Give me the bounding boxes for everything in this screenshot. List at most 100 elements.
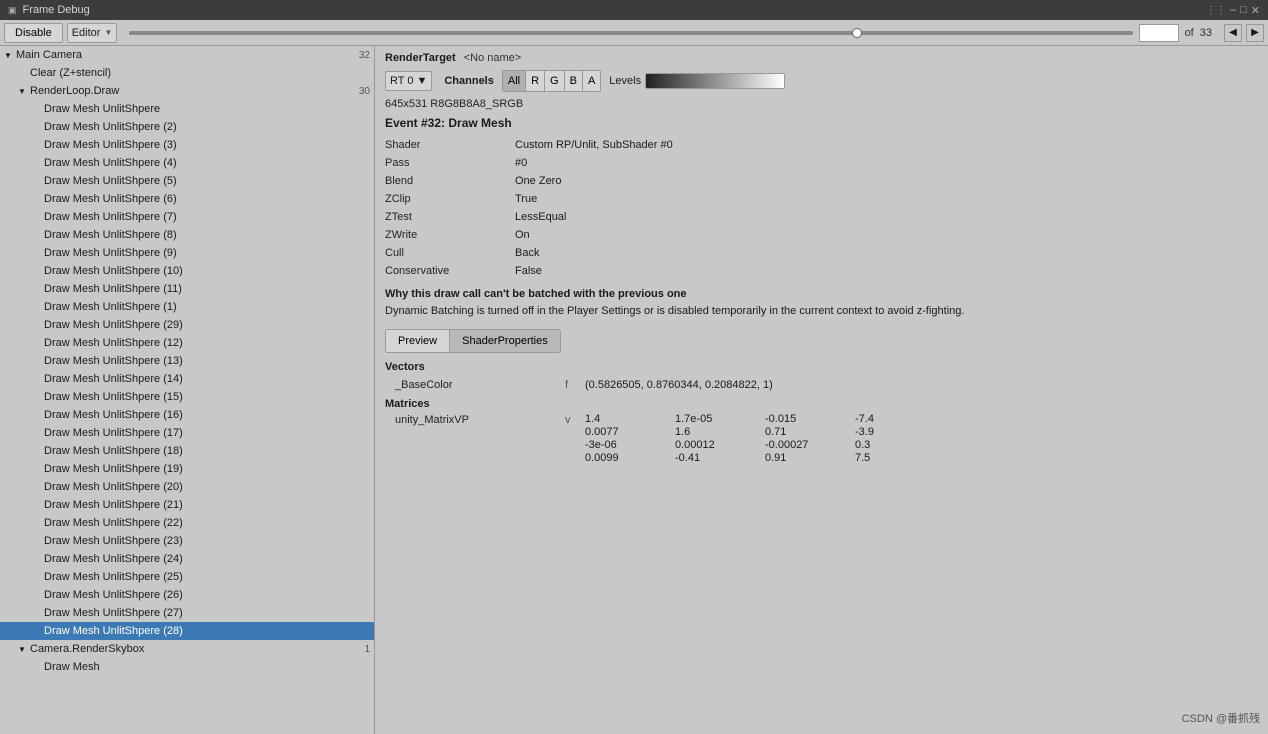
next-frame-button[interactable]: ▶ — [1246, 24, 1264, 42]
tree-label-mesh4: Draw Mesh UnlitShpere (4) — [44, 157, 370, 169]
tree-label-mesh22: Draw Mesh UnlitShpere (22) — [44, 517, 370, 529]
resolution-row: 645x531 R8G8B8A8_SRGB — [385, 98, 1258, 110]
editor-select[interactable]: Editor ▼ — [67, 23, 118, 43]
prop-value: On — [515, 229, 530, 241]
prop-key: Shader — [385, 139, 515, 151]
frame-slider-track[interactable] — [129, 31, 1132, 35]
prop-value: Custom RP/Unlit, SubShader #0 — [515, 139, 673, 151]
tree-count-camera-skybox: 1 — [364, 644, 370, 655]
tree-item-mesh11[interactable]: Draw Mesh UnlitShpere (11) — [0, 280, 374, 298]
channel-r-button[interactable]: R — [526, 71, 545, 91]
tree-item-mesh5[interactable]: Draw Mesh UnlitShpere (5) — [0, 172, 374, 190]
tree-item-mesh22[interactable]: Draw Mesh UnlitShpere (22) — [0, 514, 374, 532]
frame-slider-area: 32 of 33 — [121, 24, 1220, 42]
title-bar-maximize[interactable]: □ — [1240, 4, 1247, 16]
matrix-cell: 7.5 — [855, 452, 925, 464]
prop-row: Pass#0 — [385, 154, 1258, 172]
channel-all-button[interactable]: All — [503, 71, 526, 91]
tree-item-mesh9[interactable]: Draw Mesh UnlitShpere (9) — [0, 244, 374, 262]
tab-bar: Preview ShaderProperties — [385, 329, 1258, 353]
properties-table: ShaderCustom RP/Unlit, SubShader #0 Pass#… — [385, 136, 1258, 280]
frame-number-input[interactable]: 32 — [1139, 24, 1179, 42]
tree-item-mesh21[interactable]: Draw Mesh UnlitShpere (21) — [0, 496, 374, 514]
tree-item-mesh1[interactable]: Draw Mesh UnlitShpere — [0, 100, 374, 118]
tree-item-renderloop[interactable]: ▼RenderLoop.Draw30 — [0, 82, 374, 100]
tree-item-main-camera[interactable]: ▼Main Camera32 — [0, 46, 374, 64]
tree-item-mesh20[interactable]: Draw Mesh UnlitShpere (20) — [0, 478, 374, 496]
tree-item-mesh15[interactable]: Draw Mesh UnlitShpere (15) — [0, 388, 374, 406]
tree-item-mesh7[interactable]: Draw Mesh UnlitShpere (7) — [0, 208, 374, 226]
matrices-table: unity_MatrixVPv1.41.7e-05-0.015-7.40.007… — [385, 413, 1258, 464]
matrix-cell: -0.00027 — [765, 439, 835, 451]
tree-item-mesh6[interactable]: Draw Mesh UnlitShpere (6) — [0, 190, 374, 208]
tree-item-mesh18[interactable]: Draw Mesh UnlitShpere (18) — [0, 442, 374, 460]
vectors-section-title: Vectors — [385, 361, 1258, 373]
tree-label-mesh23: Draw Mesh UnlitShpere (23) — [44, 535, 370, 547]
tab-shader-properties[interactable]: ShaderProperties — [450, 329, 561, 353]
tree-item-mesh10[interactable]: Draw Mesh UnlitShpere (10) — [0, 262, 374, 280]
toolbar: Disable Editor ▼ 32 of 33 ◀ ▶ — [0, 20, 1268, 46]
prop-value: #0 — [515, 157, 527, 169]
tree-item-mesh12[interactable]: Draw Mesh UnlitShpere (12) — [0, 334, 374, 352]
tree-item-clear[interactable]: Clear (Z+stencil) — [0, 64, 374, 82]
tree-item-mesh13[interactable]: Draw Mesh UnlitShpere (13) — [0, 352, 374, 370]
rt-select[interactable]: RT 0 ▼ — [385, 71, 432, 91]
tree-item-mesh23[interactable]: Draw Mesh UnlitShpere (23) — [0, 532, 374, 550]
matrix-name: unity_MatrixVP — [385, 413, 565, 426]
prev-frame-button[interactable]: ◀ — [1224, 24, 1242, 42]
tree-item-mesh26[interactable]: Draw Mesh UnlitShpere (26) — [0, 586, 374, 604]
watermark: CSDN @番抓残 — [1182, 710, 1260, 726]
tree-item-mesh17[interactable]: Draw Mesh UnlitShpere (17) — [0, 424, 374, 442]
tree-item-mesh29[interactable]: Draw Mesh UnlitShpere (29) — [0, 316, 374, 334]
title-bar-title: Frame Debug — [23, 4, 90, 16]
tree-label-mesh6: Draw Mesh UnlitShpere (6) — [44, 193, 370, 205]
title-bar: ▣ Frame Debug ⋮⋮ – □ ✕ — [0, 0, 1268, 20]
rt-select-label: RT 0 — [390, 75, 413, 87]
tree-item-draw-mesh-sky[interactable]: Draw Mesh — [0, 658, 374, 676]
title-bar-icon: ▣ — [8, 5, 17, 16]
matrix-cell: 0.3 — [855, 439, 925, 451]
matrix-cell: 0.0077 — [585, 426, 655, 438]
tree-label-mesh24: Draw Mesh UnlitShpere (24) — [44, 553, 370, 565]
tree-label-mesh5: Draw Mesh UnlitShpere (5) — [44, 175, 370, 187]
tree-count-main-camera: 32 — [359, 50, 370, 61]
matrix-cell: 1.7e-05 — [675, 413, 745, 425]
tree-item-mesh4[interactable]: Draw Mesh UnlitShpere (4) — [0, 154, 374, 172]
matrix-cell: 1.4 — [585, 413, 655, 425]
matrix-cell: -0.41 — [675, 452, 745, 464]
tree-label-mesh16: Draw Mesh UnlitShpere (16) — [44, 409, 370, 421]
tree-item-camera-skybox[interactable]: ▼Camera.RenderSkybox1 — [0, 640, 374, 658]
title-bar-close[interactable]: ✕ — [1251, 4, 1260, 17]
tree-item-mesh19[interactable]: Draw Mesh UnlitShpere (19) — [0, 460, 374, 478]
matrix-cell: -3e-06 — [585, 439, 655, 451]
tree-label-mesh10: Draw Mesh UnlitShpere (10) — [44, 265, 370, 277]
right-panel: RenderTarget <No name> RT 0 ▼ Channels A… — [375, 46, 1268, 734]
vectors-table: _BaseColorf(0.5826505, 0.8760344, 0.2084… — [385, 376, 1258, 394]
tree-item-mesh25[interactable]: Draw Mesh UnlitShpere (25) — [0, 568, 374, 586]
tree-item-mesh16[interactable]: Draw Mesh UnlitShpere (16) — [0, 406, 374, 424]
tree-label-mesh21: Draw Mesh UnlitShpere (21) — [44, 499, 370, 511]
tree-item-mesh1b[interactable]: Draw Mesh UnlitShpere (1) — [0, 298, 374, 316]
disable-button[interactable]: Disable — [4, 23, 63, 43]
channel-a-button[interactable]: A — [583, 71, 600, 91]
tree-label-renderloop: RenderLoop.Draw — [30, 85, 355, 97]
tree-label-mesh13: Draw Mesh UnlitShpere (13) — [44, 355, 370, 367]
tab-preview[interactable]: Preview — [385, 329, 450, 353]
channel-g-button[interactable]: G — [545, 71, 565, 91]
tree-item-mesh2[interactable]: Draw Mesh UnlitShpere (2) — [0, 118, 374, 136]
tree-item-mesh14[interactable]: Draw Mesh UnlitShpere (14) — [0, 370, 374, 388]
editor-dropdown-icon: ▼ — [104, 28, 112, 37]
title-bar-minimize[interactable]: – — [1230, 4, 1236, 16]
channel-b-button[interactable]: B — [565, 71, 583, 91]
matrix-cell: -7.4 — [855, 413, 925, 425]
title-bar-menu-icon[interactable]: ⋮⋮ — [1206, 5, 1226, 16]
tree-item-mesh27[interactable]: Draw Mesh UnlitShpere (27) — [0, 604, 374, 622]
frame-slider-thumb[interactable] — [852, 28, 862, 38]
channel-buttons: All R G B A — [502, 70, 601, 92]
tree-item-mesh24[interactable]: Draw Mesh UnlitShpere (24) — [0, 550, 374, 568]
tree-item-mesh8[interactable]: Draw Mesh UnlitShpere (8) — [0, 226, 374, 244]
render-target-value: <No name> — [464, 52, 521, 64]
matrix-cell: 0.00012 — [675, 439, 745, 451]
tree-item-mesh28[interactable]: Draw Mesh UnlitShpere (28) — [0, 622, 374, 640]
tree-item-mesh3[interactable]: Draw Mesh UnlitShpere (3) — [0, 136, 374, 154]
